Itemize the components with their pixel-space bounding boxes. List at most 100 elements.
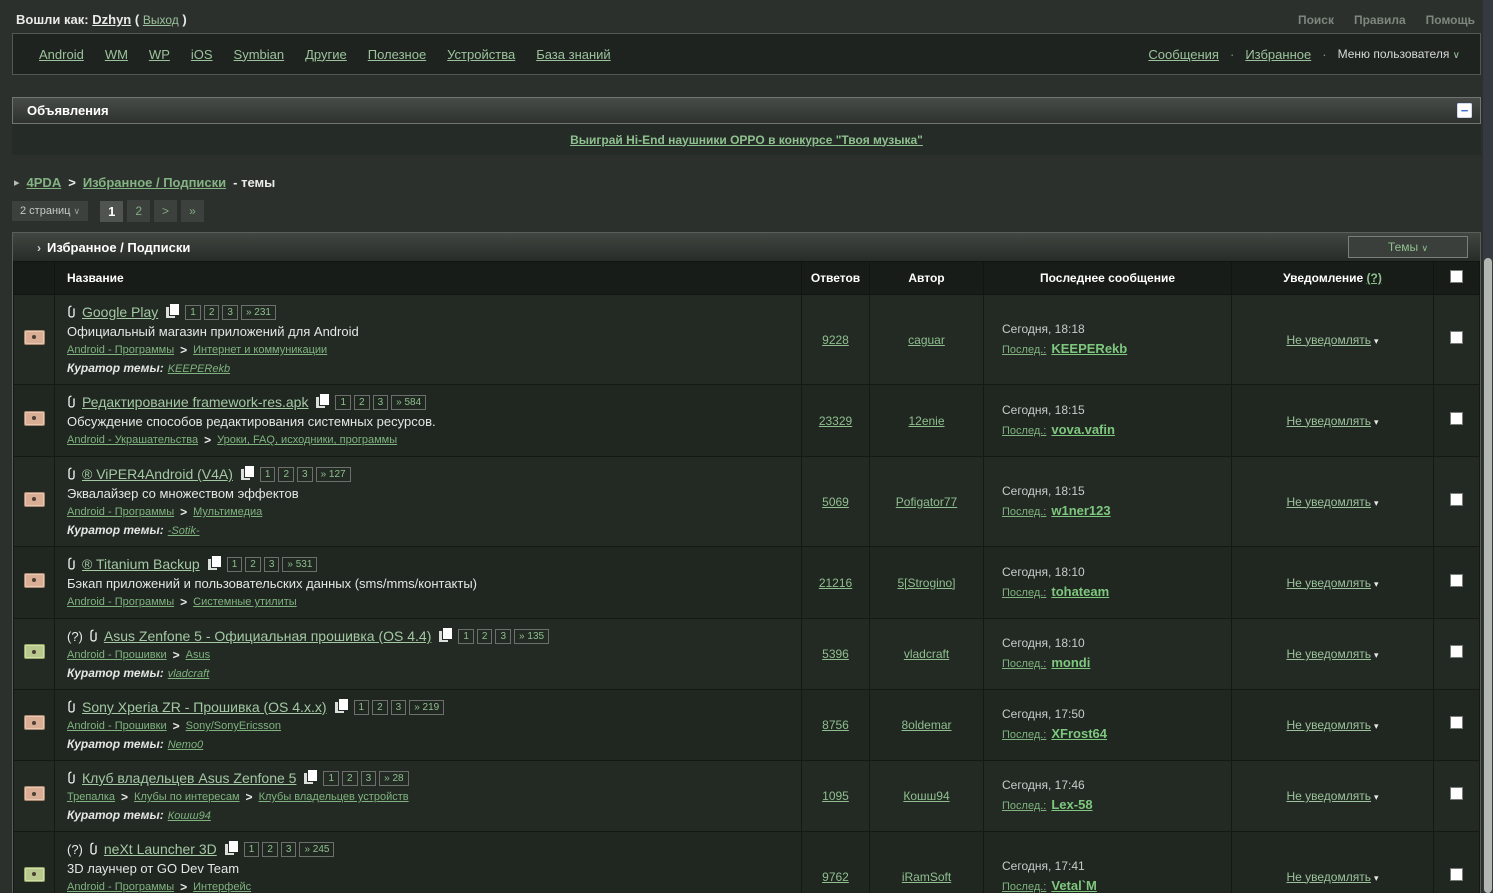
notify-dropdown[interactable]: Не уведомлять (1286, 647, 1371, 661)
page-jump-button[interactable]: 1 (354, 700, 370, 715)
page-jump-button[interactable]: 1 (227, 557, 243, 572)
topic-title-link[interactable]: Sony Xperia ZR - Прошивка (OS 4.x.x) (82, 699, 327, 715)
page-jump-button[interactable]: 3 (495, 629, 511, 644)
topic-author-link[interactable]: 5[Strogino] (897, 576, 955, 590)
page-jump-button[interactable]: 2 (204, 305, 220, 320)
last-post-user-link[interactable]: mondi (1051, 655, 1090, 670)
last-post-user-link[interactable]: w1ner123 (1051, 503, 1110, 518)
topic-title-link[interactable]: ® ViPER4Android (V4A) (82, 466, 233, 482)
topic-checkbox[interactable] (1450, 787, 1463, 800)
category-link[interactable]: Sony/SonyEricsson (186, 720, 281, 732)
last-post-link[interactable]: Послед.: (1002, 658, 1046, 670)
category-link[interactable]: Уроки, FAQ, исходники, программы (217, 434, 397, 446)
last-pages-button[interactable]: » 531 (282, 557, 317, 572)
page-jump-button[interactable]: 2 (354, 395, 370, 410)
select-all-checkbox[interactable] (1450, 270, 1463, 283)
page-2-link[interactable]: 2 (127, 200, 150, 222)
topic-title-link[interactable]: Asus Zenfone 5 - Официальная прошивка (O… (104, 628, 431, 644)
logout-link[interactable]: Выход (143, 13, 179, 27)
curator-link[interactable]: Nemo0 (168, 739, 203, 751)
last-pages-button[interactable]: » 219 (409, 700, 444, 715)
notify-dropdown[interactable]: Не уведомлять (1286, 495, 1371, 509)
category-link[interactable]: Android - Программы (67, 506, 174, 518)
last-post-user-link[interactable]: KEEPERekb (1051, 341, 1127, 356)
rules-link[interactable]: Правила (1354, 13, 1406, 27)
category-link[interactable]: Системные утилиты (193, 596, 297, 608)
replies-count-link[interactable]: 9228 (822, 333, 849, 347)
last-post-link[interactable]: Послед.: (1002, 729, 1046, 741)
announcement-link[interactable]: Выиграй Hi-End наушники OPPO в конкурсе … (570, 133, 923, 147)
page-jump-button[interactable]: 2 (245, 557, 261, 572)
last-post-user-link[interactable]: XFrost64 (1051, 726, 1107, 741)
category-link[interactable]: Клубы по интересам (134, 791, 240, 803)
topic-title-link[interactable]: Клуб владельцев Asus Zenfone 5 (82, 770, 296, 786)
last-pages-button[interactable]: » 127 (316, 467, 351, 482)
category-link[interactable]: Клубы владельцев устройств (259, 791, 409, 803)
topic-author-link[interactable]: iRamSoft (902, 870, 951, 884)
nav-wm[interactable]: WM (105, 47, 128, 62)
page-jump-button[interactable]: 2 (342, 771, 358, 786)
topic-checkbox[interactable] (1450, 645, 1463, 658)
nav-symbian[interactable]: Symbian (234, 47, 285, 62)
notify-dropdown[interactable]: Не уведомлять (1286, 789, 1371, 803)
next-page-button[interactable]: > (154, 200, 177, 222)
topics-filter-dropdown[interactable]: Темы ∨ (1348, 236, 1468, 258)
last-post-user-link[interactable]: Lex-58 (1051, 797, 1092, 812)
page-jump-button[interactable]: 3 (391, 700, 407, 715)
pages-dropdown[interactable]: 2 страниц ∨ (12, 201, 88, 221)
topic-author-link[interactable]: 12enie (908, 414, 944, 428)
last-post-link[interactable]: Послед.: (1002, 506, 1046, 518)
replies-count-link[interactable]: 5069 (822, 495, 849, 509)
nav-other[interactable]: Другие (305, 47, 347, 62)
nav-devices[interactable]: Устройства (447, 47, 515, 62)
page-jump-button[interactable]: 3 (297, 467, 313, 482)
current-user-link[interactable]: Dzhyn (92, 12, 131, 27)
last-pages-button[interactable]: » 245 (299, 842, 334, 857)
page-jump-button[interactable]: 1 (335, 395, 351, 410)
page-jump-button[interactable]: 3 (373, 395, 389, 410)
page-jump-button[interactable]: 1 (458, 629, 474, 644)
last-pages-button[interactable]: » 135 (514, 629, 549, 644)
category-link[interactable]: Трепалка (67, 791, 115, 803)
category-link[interactable]: Android - Прошивки (67, 720, 167, 732)
category-link[interactable]: Android - Программы (67, 881, 174, 893)
nav-ios[interactable]: iOS (191, 47, 213, 62)
page-jump-button[interactable]: 3 (281, 842, 297, 857)
replies-count-link[interactable]: 9762 (822, 870, 849, 884)
user-menu-dropdown[interactable]: Меню пользователя ∨ (1338, 47, 1460, 61)
topic-checkbox[interactable] (1450, 493, 1463, 506)
favorites-link[interactable]: Избранное (1245, 47, 1311, 62)
curator-link[interactable]: vladcraft (168, 668, 210, 680)
breadcrumb-root-link[interactable]: 4PDA (27, 175, 62, 190)
help-link[interactable]: Помощь (1426, 13, 1475, 27)
page-jump-button[interactable]: 1 (185, 305, 201, 320)
last-post-link[interactable]: Послед.: (1002, 425, 1046, 437)
page-jump-button[interactable]: 2 (477, 629, 493, 644)
last-pages-button[interactable]: » 584 (391, 395, 426, 410)
replies-count-link[interactable]: 23329 (819, 414, 852, 428)
category-link[interactable]: Android - Программы (67, 344, 174, 356)
nav-useful[interactable]: Полезное (368, 47, 426, 62)
topic-author-link[interactable]: Кошш94 (903, 789, 949, 803)
breadcrumb-section-link[interactable]: Избранное / Подписки (83, 175, 226, 190)
replies-count-link[interactable]: 5396 (822, 647, 849, 661)
topic-title-link[interactable]: ® Titanium Backup (82, 556, 200, 572)
collapse-icon[interactable]: − (1457, 103, 1472, 118)
last-post-link[interactable]: Послед.: (1002, 881, 1046, 893)
page-jump-button[interactable]: 2 (372, 700, 388, 715)
category-link[interactable]: Интернет и коммуникации (193, 344, 327, 356)
topic-author-link[interactable]: 8oldemar (901, 718, 951, 732)
page-jump-button[interactable]: 1 (244, 842, 260, 857)
page-jump-button[interactable]: 3 (222, 305, 238, 320)
nav-knowledge-base[interactable]: База знаний (536, 47, 611, 62)
topic-title-link[interactable]: Google Play (82, 304, 158, 320)
replies-count-link[interactable]: 1095 (822, 789, 849, 803)
curator-link[interactable]: KEEPERekb (168, 363, 230, 375)
notify-dropdown[interactable]: Не уведомлять (1286, 870, 1371, 884)
notify-dropdown[interactable]: Не уведомлять (1286, 576, 1371, 590)
page-jump-button[interactable]: 3 (361, 771, 377, 786)
last-post-link[interactable]: Послед.: (1002, 587, 1046, 599)
notify-dropdown[interactable]: Не уведомлять (1286, 333, 1371, 347)
page-jump-button[interactable]: 1 (323, 771, 339, 786)
topic-author-link[interactable]: vladcraft (904, 647, 949, 661)
